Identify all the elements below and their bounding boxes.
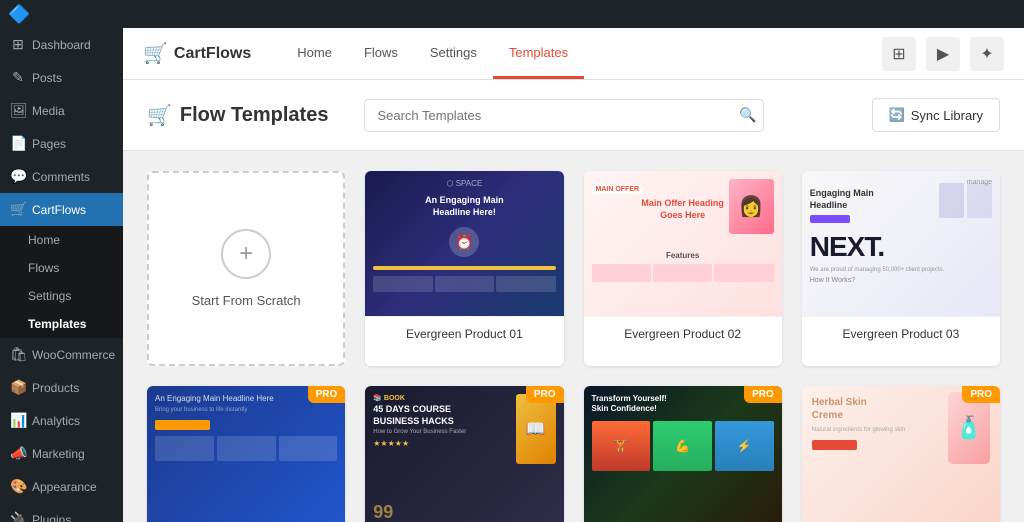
templates-area: + Start From Scratch ⬡ SPACE An Engaging… xyxy=(123,151,1024,522)
plus-symbol: + xyxy=(239,240,253,268)
template-thumbnail: Herbal SkinCreme Natural ingredients for… xyxy=(802,386,1000,522)
video-button[interactable]: ▶ xyxy=(926,37,960,71)
template-card[interactable]: manage Engaging MainHeadline NEXT. We ar… xyxy=(802,171,1000,366)
pro-badge: PRO xyxy=(308,386,346,403)
submenu-item-home[interactable]: Home xyxy=(0,226,123,254)
cartflows-submenu: Home Flows Settings Templates xyxy=(0,226,123,338)
brand-name: CartFlows xyxy=(174,45,251,63)
wp-logo: 🔷 xyxy=(8,4,30,25)
submenu-label: Templates xyxy=(28,317,86,331)
pro-badge: PRO xyxy=(962,386,1000,403)
sidebar-item-label: Plugins xyxy=(32,513,71,522)
sidebar-item-woocommerce[interactable]: 🛍 WooCommerce xyxy=(0,338,123,371)
appearance-icon: 🎨 xyxy=(10,478,26,495)
sidebar-item-posts[interactable]: ✎ Posts xyxy=(0,61,123,94)
sidebar-item-label: Comments xyxy=(32,170,90,184)
tab-settings[interactable]: Settings xyxy=(414,29,493,79)
submenu-label: Home xyxy=(28,233,60,247)
page-title: Flow Templates xyxy=(180,104,329,127)
sidebar-item-dashboard[interactable]: ⊞ Dashboard xyxy=(0,28,123,61)
template-card[interactable]: ⬡ SPACE An Engaging MainHeadline Here! ⏰ xyxy=(365,171,563,366)
submenu-label: Flows xyxy=(28,261,59,275)
template-card[interactable]: PRO Herbal SkinCreme Natural ingredients… xyxy=(802,386,1000,522)
sidebar-item-products[interactable]: 📦 Products xyxy=(0,371,123,404)
search-box: 🔍 xyxy=(364,99,764,132)
sidebar-item-label: Analytics xyxy=(32,414,80,428)
templates-grid: + Start From Scratch ⬡ SPACE An Engaging… xyxy=(147,171,1000,522)
submenu-item-flows[interactable]: Flows xyxy=(0,254,123,282)
sidebar-item-label: Dashboard xyxy=(32,38,91,52)
analytics-icon: 📊 xyxy=(10,412,26,429)
posts-icon: ✎ xyxy=(10,69,26,86)
globe-button[interactable]: ✦ xyxy=(970,37,1004,71)
pages-icon: 📄 xyxy=(10,135,26,152)
sidebar-item-pages[interactable]: 📄 Pages xyxy=(0,127,123,160)
nav-tabs: Home Flows Settings Templates xyxy=(281,29,584,78)
sidebar-item-media[interactable]: 🖼 Media xyxy=(0,94,123,127)
template-thumbnail: manage Engaging MainHeadline NEXT. We ar… xyxy=(802,171,1000,316)
marketing-icon: 📣 xyxy=(10,445,26,462)
plugins-icon: 🔌 xyxy=(10,511,26,522)
main-content: 🛒 CartFlows Home Flows Settings Template… xyxy=(123,0,1024,522)
brand-icon: 🛒 xyxy=(143,41,168,66)
sidebar-item-label: WooCommerce xyxy=(32,348,115,362)
scratch-plus-icon: + xyxy=(221,229,271,279)
search-input[interactable] xyxy=(364,99,764,132)
sync-button-label: Sync Library xyxy=(911,108,983,123)
template-name: Evergreen Product 03 xyxy=(802,316,1000,351)
page-title-icon: 🛒 xyxy=(147,103,172,128)
template-card[interactable]: PRO Transform Yourself!Skin Confidence! … xyxy=(584,386,782,522)
sidebar-item-appearance[interactable]: 🎨 Appearance xyxy=(0,470,123,503)
page-title-area: 🛒 Flow Templates xyxy=(147,103,328,128)
cartflows-icon: 🛒 xyxy=(10,201,26,218)
submenu-item-templates[interactable]: Templates xyxy=(0,310,123,338)
template-card[interactable]: PRO An Engaging Main Headline Here Bring… xyxy=(147,386,345,522)
sidebar-item-comments[interactable]: 💬 Comments xyxy=(0,160,123,193)
sidebar-item-label: Media xyxy=(32,104,65,118)
pro-badge: PRO xyxy=(744,386,782,403)
brand: 🛒 CartFlows xyxy=(143,41,251,66)
scratch-card[interactable]: + Start From Scratch xyxy=(147,171,345,366)
sidebar-item-cartflows[interactable]: 🛒 CartFlows xyxy=(0,193,123,226)
sync-icon: 🔄 xyxy=(889,107,905,123)
sidebar: ⊞ Dashboard ✎ Posts 🖼 Media 📄 Pages 💬 Co… xyxy=(0,0,123,522)
comments-icon: 💬 xyxy=(10,168,26,185)
template-card[interactable]: PRO 📚 BOOK 45 DAYS COURSEBUSINESS HACKS … xyxy=(365,386,563,522)
sidebar-item-label: Posts xyxy=(32,71,62,85)
template-thumbnail: ⬡ SPACE An Engaging MainHeadline Here! ⏰ xyxy=(365,171,563,316)
grid-view-button[interactable]: ⊞ xyxy=(882,37,916,71)
template-card[interactable]: MAIN OFFER Main Offer HeadingGoes Here 👩… xyxy=(584,171,782,366)
tab-home[interactable]: Home xyxy=(281,29,348,79)
template-thumbnail: MAIN OFFER Main Offer HeadingGoes Here 👩… xyxy=(584,171,782,316)
pro-badge: PRO xyxy=(526,386,564,403)
template-thumbnail: 📚 BOOK 45 DAYS COURSEBUSINESS HACKS How … xyxy=(365,386,563,522)
products-icon: 📦 xyxy=(10,379,26,396)
template-thumbnail: Transform Yourself!Skin Confidence! 🏋 💪 … xyxy=(584,386,782,522)
sidebar-item-label: Marketing xyxy=(32,447,85,461)
tab-flows[interactable]: Flows xyxy=(348,29,414,79)
template-name: Evergreen Product 02 xyxy=(584,316,782,351)
dashboard-icon: ⊞ xyxy=(10,36,26,53)
sidebar-item-label: Products xyxy=(32,381,79,395)
sync-library-button[interactable]: 🔄 Sync Library xyxy=(872,98,1000,132)
submenu-item-settings[interactable]: Settings xyxy=(0,282,123,310)
tab-templates[interactable]: Templates xyxy=(493,29,584,79)
sidebar-item-label: Pages xyxy=(32,137,66,151)
top-nav: 🛒 CartFlows Home Flows Settings Template… xyxy=(123,28,1024,80)
sidebar-item-label: CartFlows xyxy=(32,203,86,217)
sidebar-item-plugins[interactable]: 🔌 Plugins xyxy=(0,503,123,522)
media-icon: 🖼 xyxy=(10,102,26,119)
admin-bar: 🔷 xyxy=(0,0,1024,28)
sidebar-item-marketing[interactable]: 📣 Marketing xyxy=(0,437,123,470)
submenu-label: Settings xyxy=(28,289,71,303)
scratch-label: Start From Scratch xyxy=(192,293,301,308)
sidebar-item-label: Appearance xyxy=(32,480,97,494)
sidebar-item-analytics[interactable]: 📊 Analytics xyxy=(0,404,123,437)
woocommerce-icon: 🛍 xyxy=(10,346,26,363)
template-name: Evergreen Product 01 xyxy=(365,316,563,351)
search-button[interactable]: 🔍 xyxy=(739,107,756,124)
nav-icons: ⊞ ▶ ✦ xyxy=(882,37,1004,71)
page-header: 🛒 Flow Templates 🔍 🔄 Sync Library xyxy=(123,80,1024,151)
template-thumbnail: An Engaging Main Headline Here Bring you… xyxy=(147,386,345,522)
